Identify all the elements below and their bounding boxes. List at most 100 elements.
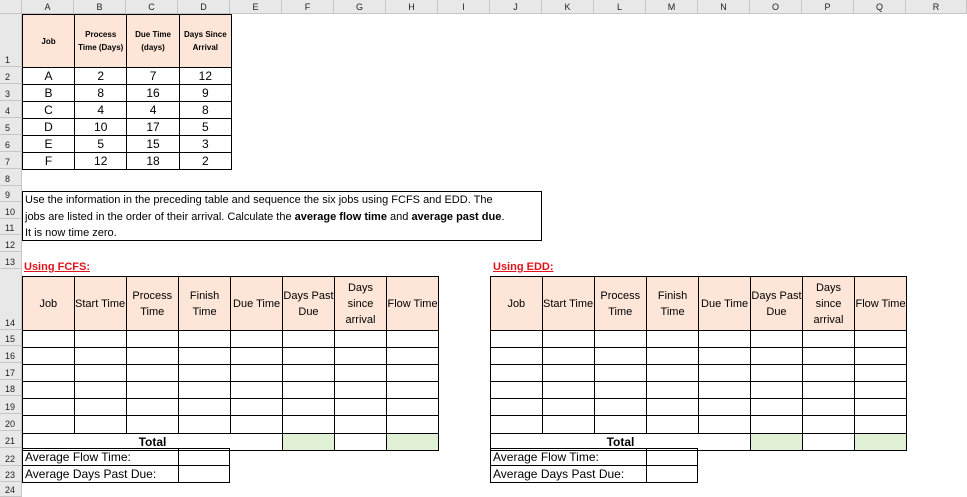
row-header-8[interactable]: 8 xyxy=(0,169,22,186)
cell-days-since-arrival[interactable]: 9 xyxy=(178,84,233,102)
fcfs-cell[interactable] xyxy=(125,347,180,365)
fcfs-cell[interactable] xyxy=(73,330,127,348)
edd-cell[interactable] xyxy=(541,415,595,434)
cell-due-time[interactable]: 16 xyxy=(126,84,180,102)
edd-cell[interactable] xyxy=(541,347,595,365)
edd-cell[interactable] xyxy=(646,415,700,434)
fcfs-total-past-due[interactable] xyxy=(282,433,335,451)
column-header-e[interactable]: E xyxy=(230,0,282,14)
fcfs-cell[interactable] xyxy=(178,364,232,382)
edd-header-finish-time[interactable]: Finish Time xyxy=(646,276,700,331)
fcfs-cell[interactable] xyxy=(230,381,284,399)
fcfs-cell[interactable] xyxy=(22,364,75,382)
fcfs-cell[interactable] xyxy=(282,381,335,399)
edd-cell[interactable] xyxy=(698,415,752,434)
edd-cell[interactable] xyxy=(646,330,700,348)
fcfs-cell[interactable] xyxy=(73,398,127,416)
row-header-11[interactable]: 11 xyxy=(0,219,22,235)
fcfs-cell[interactable] xyxy=(125,381,180,399)
row-header-14[interactable]: 14 xyxy=(0,269,22,330)
edd-cell[interactable] xyxy=(854,364,907,382)
edd-cell[interactable] xyxy=(541,364,595,382)
fcfs-cell[interactable] xyxy=(73,381,127,399)
edd-cell[interactable] xyxy=(698,330,752,348)
edd-cell[interactable] xyxy=(854,415,907,434)
fcfs-header-due-time[interactable]: Due Time xyxy=(230,276,284,331)
column-header-b[interactable]: B xyxy=(74,0,126,14)
edd-cell[interactable] xyxy=(854,381,907,399)
fcfs-cell[interactable] xyxy=(178,347,232,365)
edd-cell[interactable] xyxy=(646,364,700,382)
edd-cell[interactable] xyxy=(646,398,700,416)
edd-header-process-time[interactable]: Process Time xyxy=(593,276,648,331)
cell-process-time[interactable]: 5 xyxy=(73,135,128,153)
fcfs-cell[interactable] xyxy=(333,330,388,348)
column-header-k[interactable]: K xyxy=(542,0,594,14)
edd-cell[interactable] xyxy=(801,364,856,382)
row-header-15[interactable]: 15 xyxy=(0,330,22,346)
cell-due-time[interactable]: 17 xyxy=(126,118,180,136)
fcfs-total-since-arrival[interactable] xyxy=(333,433,388,451)
fcfs-cell[interactable] xyxy=(22,347,75,365)
cell-job[interactable]: D xyxy=(22,118,75,136)
select-all-corner[interactable] xyxy=(0,0,22,14)
cell-process-time[interactable]: 10 xyxy=(73,118,128,136)
row-header-1[interactable]: 1 xyxy=(0,14,22,67)
cell-days-since-arrival[interactable]: 8 xyxy=(178,101,233,119)
edd-cell[interactable] xyxy=(750,347,803,365)
column-header-q[interactable]: Q xyxy=(854,0,906,14)
cell-process-time[interactable]: 2 xyxy=(73,67,128,85)
cell-due-time[interactable]: 18 xyxy=(126,152,180,170)
fcfs-cell[interactable] xyxy=(22,330,75,348)
column-header-d[interactable]: D xyxy=(178,0,230,14)
row-header-13[interactable]: 13 xyxy=(0,252,22,269)
row-header-10[interactable]: 10 xyxy=(0,202,22,219)
header-due-time[interactable]: Due Time (days) xyxy=(126,14,180,68)
instructions-box[interactable]: Use the information in the preceding tab… xyxy=(22,191,542,241)
row-header-12[interactable]: 12 xyxy=(0,235,22,252)
fcfs-cell[interactable] xyxy=(386,398,439,416)
column-header-r[interactable]: R xyxy=(906,0,967,14)
row-header-22[interactable]: 22 xyxy=(0,448,22,466)
edd-cell[interactable] xyxy=(801,381,856,399)
fcfs-cell[interactable] xyxy=(333,364,388,382)
fcfs-cell[interactable] xyxy=(386,347,439,365)
row-header-20[interactable]: 20 xyxy=(0,414,22,431)
fcfs-cell[interactable] xyxy=(333,415,388,434)
edd-cell[interactable] xyxy=(698,398,752,416)
edd-cell[interactable] xyxy=(750,330,803,348)
column-header-i[interactable]: I xyxy=(438,0,490,14)
edd-cell[interactable] xyxy=(593,347,648,365)
fcfs-cell[interactable] xyxy=(230,347,284,365)
cell-job[interactable]: B xyxy=(22,84,75,102)
edd-cell[interactable] xyxy=(541,330,595,348)
edd-header-job[interactable]: Job xyxy=(490,276,543,331)
row-header-21[interactable]: 21 xyxy=(0,431,22,448)
fcfs-cell[interactable] xyxy=(230,398,284,416)
cell-days-since-arrival[interactable]: 12 xyxy=(178,67,233,85)
edd-cell[interactable] xyxy=(593,381,648,399)
fcfs-cell[interactable] xyxy=(386,364,439,382)
column-header-l[interactable]: L xyxy=(594,0,646,14)
header-job[interactable]: Job xyxy=(22,14,75,68)
column-header-c[interactable]: C xyxy=(126,0,178,14)
fcfs-cell[interactable] xyxy=(282,347,335,365)
edd-cell[interactable] xyxy=(801,330,856,348)
edd-cell[interactable] xyxy=(801,347,856,365)
cell-process-time[interactable]: 12 xyxy=(73,152,128,170)
edd-header-days-since-arrival[interactable]: Days since arrival xyxy=(801,276,856,331)
fcfs-cell[interactable] xyxy=(125,415,180,434)
edd-cell[interactable] xyxy=(801,415,856,434)
header-days-since-arrival[interactable]: Days Since Arrival xyxy=(178,14,233,68)
edd-total-past-due[interactable] xyxy=(750,433,803,451)
edd-cell[interactable] xyxy=(490,330,543,348)
fcfs-cell[interactable] xyxy=(178,330,232,348)
fcfs-cell[interactable] xyxy=(22,381,75,399)
row-header-5[interactable]: 5 xyxy=(0,118,22,135)
cell-due-time[interactable]: 15 xyxy=(126,135,180,153)
column-header-o[interactable]: O xyxy=(750,0,802,14)
column-header-n[interactable]: N xyxy=(698,0,750,14)
edd-cell[interactable] xyxy=(750,364,803,382)
fcfs-cell[interactable] xyxy=(125,398,180,416)
fcfs-header-days-past-due[interactable]: Days Past Due xyxy=(282,276,335,331)
